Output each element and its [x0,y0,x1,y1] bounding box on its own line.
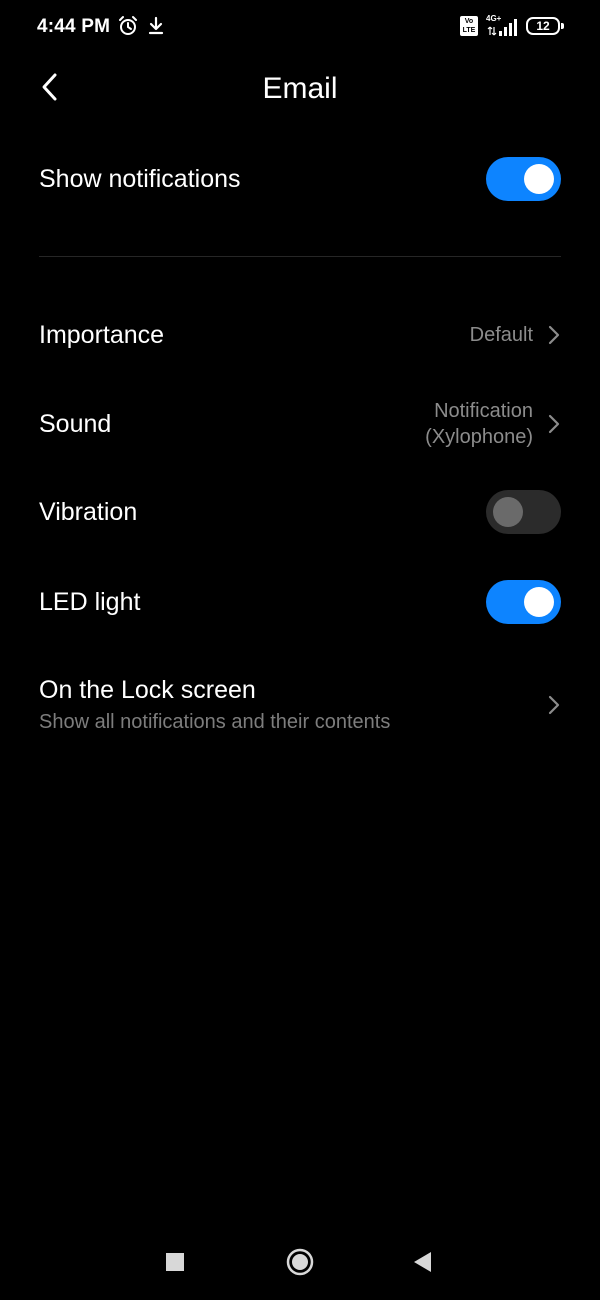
importance-label: Importance [39,320,165,349]
sound-value-line1: Notification [434,400,533,422]
home-circle-icon [285,1247,315,1282]
chevron-right-icon [547,324,561,346]
battery-tip [561,23,564,29]
battery-level: 12 [526,17,560,35]
download-icon [147,16,165,41]
sound-label: Sound [39,409,112,438]
show-notifications-toggle[interactable] [486,157,561,201]
lock-screen-texts: On the Lock screen Show all notification… [39,676,390,734]
status-time: 4:44 PM [37,16,111,37]
show-notifications-label: Show notifications [39,164,241,193]
vibration-toggle[interactable] [486,490,561,534]
status-left-icons [117,15,165,42]
sound-value: Notification (Xylophone) [425,398,533,450]
header: Email [0,56,600,124]
battery-icon: 12 [526,17,564,35]
volte-icon: Vo LTE [460,16,478,36]
home-button[interactable] [282,1246,318,1282]
importance-value-group: Default [470,322,561,348]
volte-bottom-text: LTE [462,27,476,34]
lock-screen-row[interactable]: On the Lock screen Show all notification… [39,672,561,738]
volte-top-text: Vo [464,18,474,25]
led-light-toggle[interactable] [486,580,561,624]
chevron-right-icon [547,694,561,716]
status-bar: 4:44 PM Vo LTE 4G+ 12 [0,0,600,56]
chevron-right-icon [547,413,561,435]
led-light-row[interactable]: LED light [39,578,561,626]
vibration-label: Vibration [39,497,138,526]
sound-value-line2: (Xylophone) [425,426,533,448]
sound-row[interactable]: Sound Notification (Xylophone) [39,392,561,456]
toggle-knob [493,497,523,527]
back-triangle-icon [411,1250,433,1279]
page-title: Email [262,72,338,105]
navigation-bar [0,1228,600,1300]
signal-icon: 4G+ [486,14,518,37]
sound-value-group: Notification (Xylophone) [425,398,561,450]
recents-button[interactable] [157,1246,193,1282]
toggle-knob [524,164,554,194]
importance-row[interactable]: Importance Default [39,306,561,364]
recents-square-icon [165,1252,185,1277]
importance-value: Default [469,324,533,346]
alarm-icon [117,15,139,42]
show-notifications-row[interactable]: Show notifications [39,148,561,210]
lock-screen-subtitle: Show all notifications and their content… [39,711,391,733]
back-nav-button[interactable] [404,1246,440,1282]
led-light-label: LED light [39,587,141,616]
lock-screen-label: On the Lock screen [39,676,256,704]
vibration-row[interactable]: Vibration [39,488,561,536]
divider [39,256,561,257]
toggle-knob [524,587,554,617]
status-right-icons: Vo LTE 4G+ 12 [460,14,564,37]
